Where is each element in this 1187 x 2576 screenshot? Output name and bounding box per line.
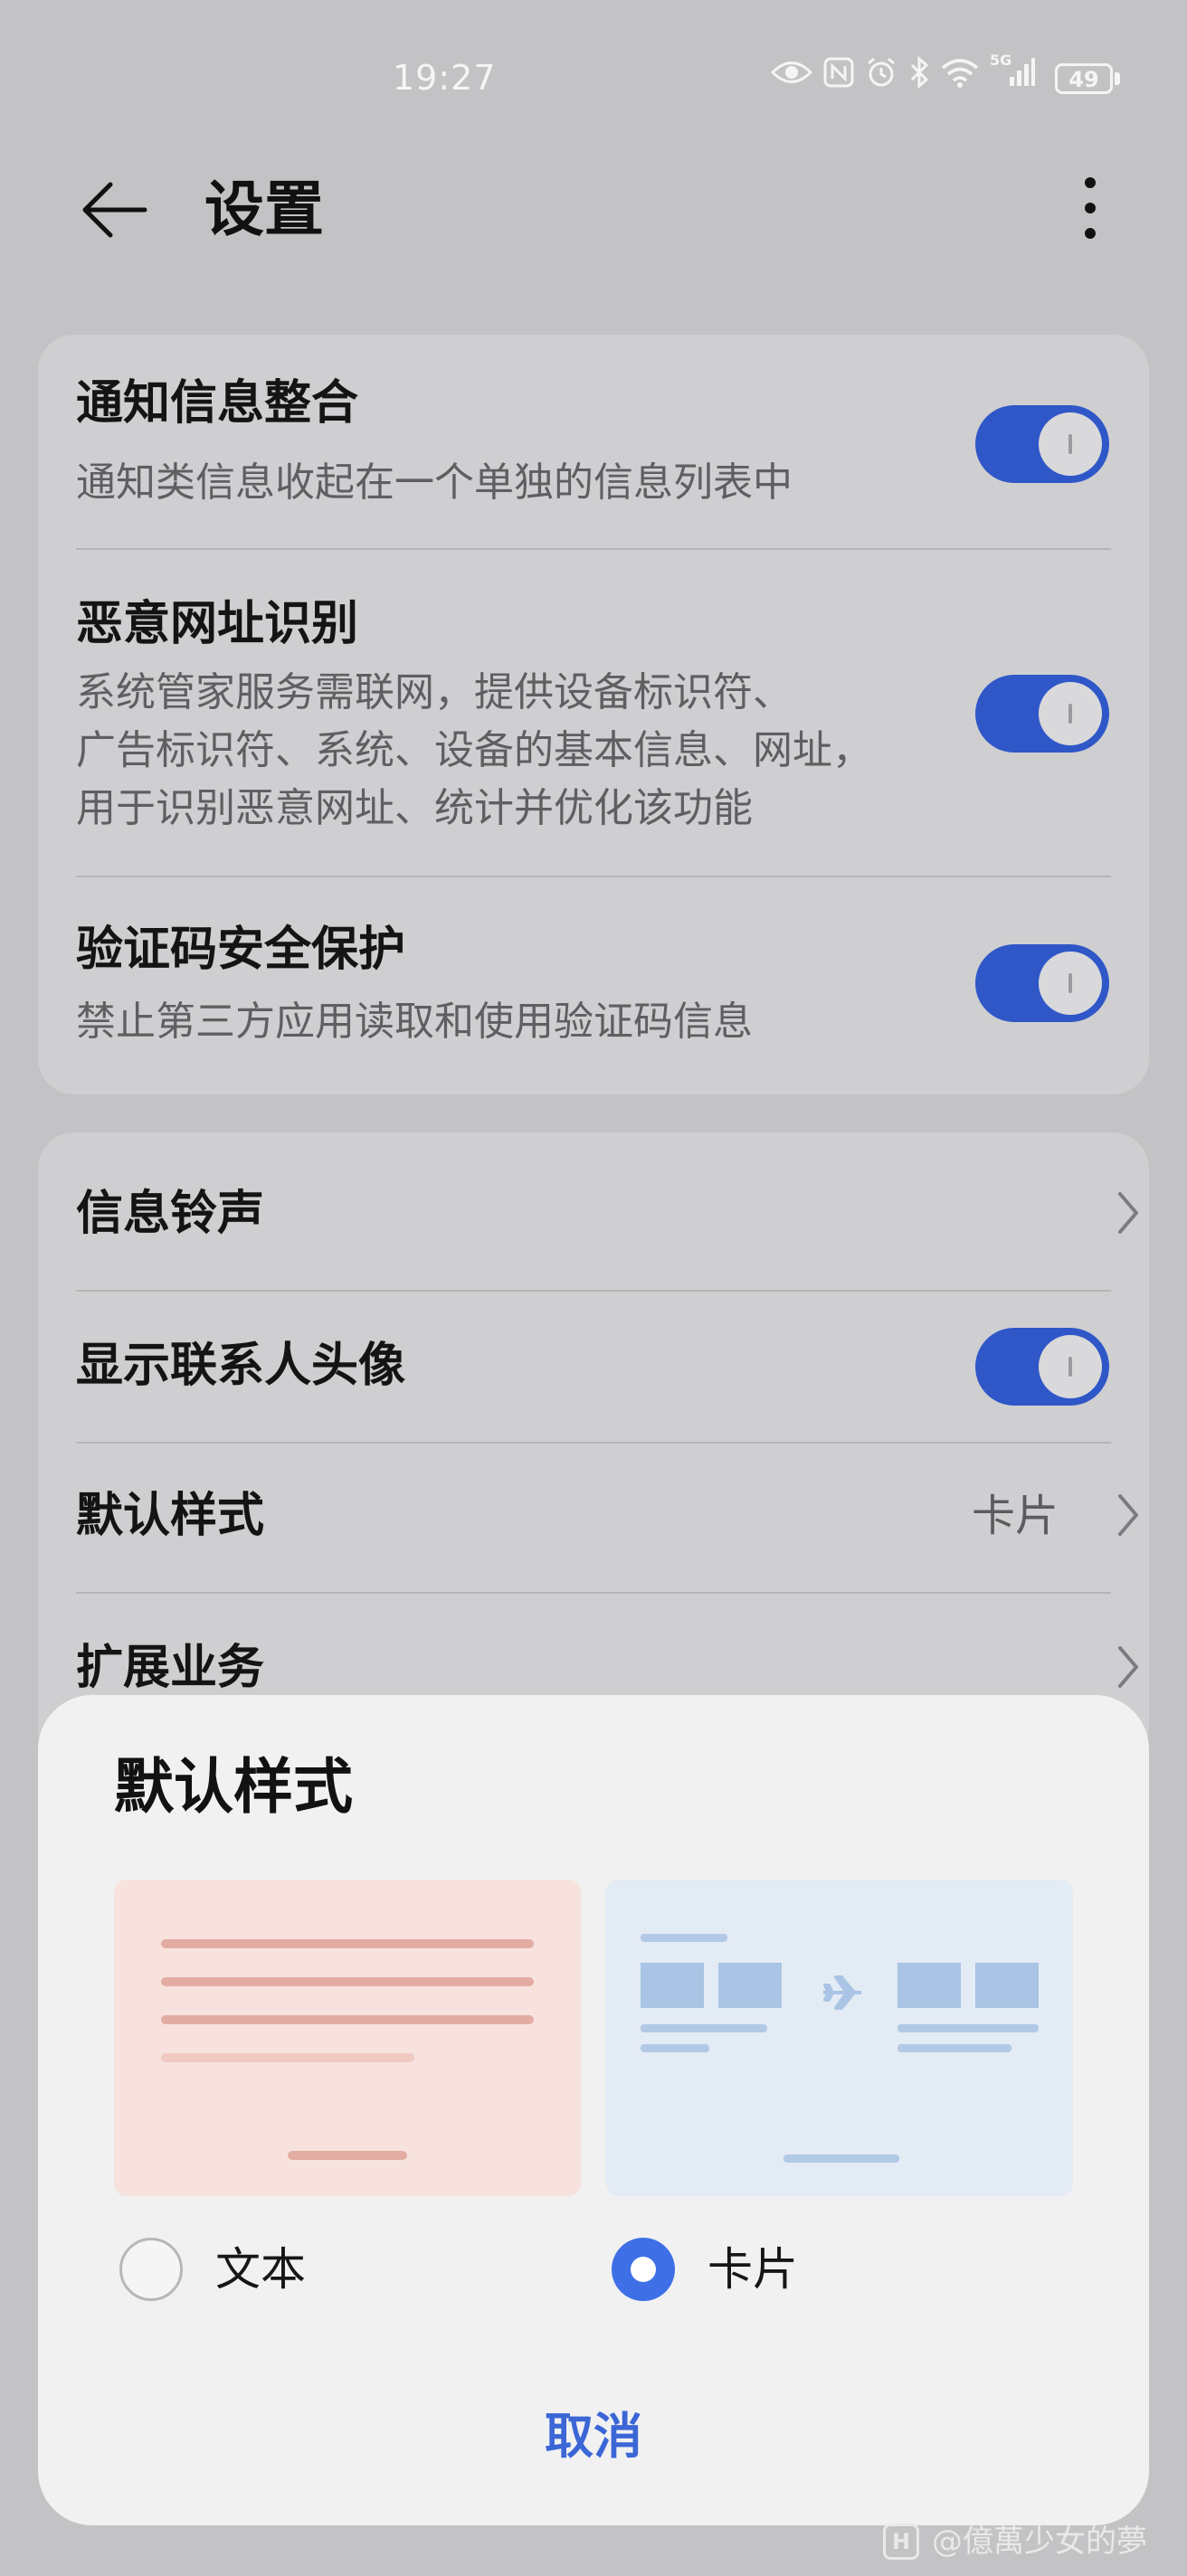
setting-title: 默认样式 — [76, 1489, 265, 1543]
setting-subtitle: 禁止第三方应用读取和使用验证码信息 — [76, 999, 753, 1045]
dialog-title: 默认样式 — [114, 1752, 353, 1822]
watermark-text: @億萬少女的夢 — [932, 2524, 1147, 2560]
chevron-right-icon — [1118, 1192, 1138, 1234]
divider — [76, 1592, 1111, 1594]
setting-subtitle: 通知类信息收起在一个单独的信息列表中 — [76, 459, 793, 506]
preview-line — [897, 2024, 1039, 2032]
option-label: 文本 — [215, 2243, 306, 2296]
text-style-preview[interactable] — [114, 1880, 581, 2196]
toggle-knob — [1039, 952, 1102, 1015]
divider — [76, 1442, 1111, 1444]
preview-block — [975, 1963, 1039, 2008]
preview-block — [897, 1963, 961, 2008]
battery-indicator: 49 — [1055, 63, 1113, 94]
card-style-preview[interactable] — [606, 1880, 1073, 2196]
more-options-button[interactable] — [1068, 168, 1113, 250]
otp-protection-toggle[interactable] — [975, 944, 1109, 1022]
malicious-url-toggle[interactable] — [975, 675, 1109, 753]
preview-line — [641, 2044, 709, 2052]
status-icons: 5G — [771, 52, 1035, 89]
preview-line — [641, 2024, 767, 2032]
more-vertical-icon — [1085, 177, 1096, 239]
divider — [76, 548, 1111, 550]
nfc-icon — [823, 57, 854, 88]
bluetooth-icon — [908, 56, 930, 89]
preview-line — [897, 2044, 1011, 2052]
settings-group-messages: 信息铃声 显示联系人头像 默认样式 卡片 扩展业务 — [38, 1132, 1149, 1766]
setting-subtitle-line-1: 系统管家服务需联网，提供设备标识符、 — [76, 669, 793, 715]
eye-icon — [771, 59, 812, 86]
setting-title: 恶意网址识别 — [76, 597, 359, 651]
chevron-right-icon — [1118, 1494, 1138, 1536]
setting-title: 扩展业务 — [76, 1641, 265, 1695]
preview-line — [161, 2053, 414, 2062]
preview-line — [161, 1939, 534, 1948]
option-label: 卡片 — [707, 2243, 798, 2296]
battery-tip — [1115, 72, 1120, 85]
preview-line — [288, 2151, 407, 2160]
preview-line — [641, 1934, 727, 1942]
radio-card[interactable] — [612, 2238, 675, 2301]
setting-title: 通知信息整合 — [76, 376, 359, 431]
toggle-knob — [1039, 412, 1102, 476]
preview-block — [718, 1963, 782, 2008]
radio-text[interactable] — [119, 2238, 183, 2301]
status-bar: 19:27 5G 49 — [0, 0, 1187, 154]
divider — [76, 876, 1111, 877]
default-style-dialog: 默认样式 文本 卡片 取消 — [38, 1695, 1149, 2525]
setting-subtitle-line-3: 用于识别恶意网址、统计并优化该功能 — [76, 785, 753, 831]
watermark: H @億萬少女的夢 — [883, 2520, 1147, 2563]
toggle-knob — [1039, 1335, 1102, 1398]
show-avatar-toggle[interactable] — [975, 1328, 1109, 1406]
divider — [76, 1290, 1111, 1292]
setting-title: 验证码安全保护 — [76, 923, 406, 977]
page-title: 设置 — [204, 175, 324, 244]
signal-icon: 5G — [990, 52, 1035, 88]
back-button[interactable] — [76, 172, 152, 248]
arrow-left-icon — [82, 182, 147, 238]
preview-line — [783, 2155, 899, 2163]
preview-block — [641, 1963, 704, 2008]
setting-title: 显示联系人头像 — [76, 1339, 406, 1393]
setting-value: 卡片 — [972, 1491, 1059, 1541]
network-label: 5G — [990, 52, 1012, 69]
setting-title: 信息铃声 — [76, 1187, 265, 1241]
setting-subtitle-line-2: 广告标识符、系统、设备的基本信息、网址， — [76, 727, 872, 773]
alarm-icon — [865, 56, 897, 89]
airplane-icon — [823, 1975, 861, 2010]
preview-line — [161, 1977, 534, 1986]
toggle-knob — [1039, 682, 1102, 745]
notification-merge-toggle[interactable] — [975, 405, 1109, 483]
settings-group-security: 通知信息整合 通知类信息收起在一个单独的信息列表中 恶意网址识别 系统管家服务需… — [38, 335, 1149, 1094]
preview-line — [161, 2015, 534, 2024]
watermark-logo-icon: H — [883, 2524, 919, 2560]
cancel-button[interactable]: 取消 — [467, 2391, 720, 2482]
status-time: 19:27 — [393, 58, 497, 98]
chevron-right-icon — [1118, 1646, 1138, 1688]
wifi-icon — [941, 57, 979, 88]
